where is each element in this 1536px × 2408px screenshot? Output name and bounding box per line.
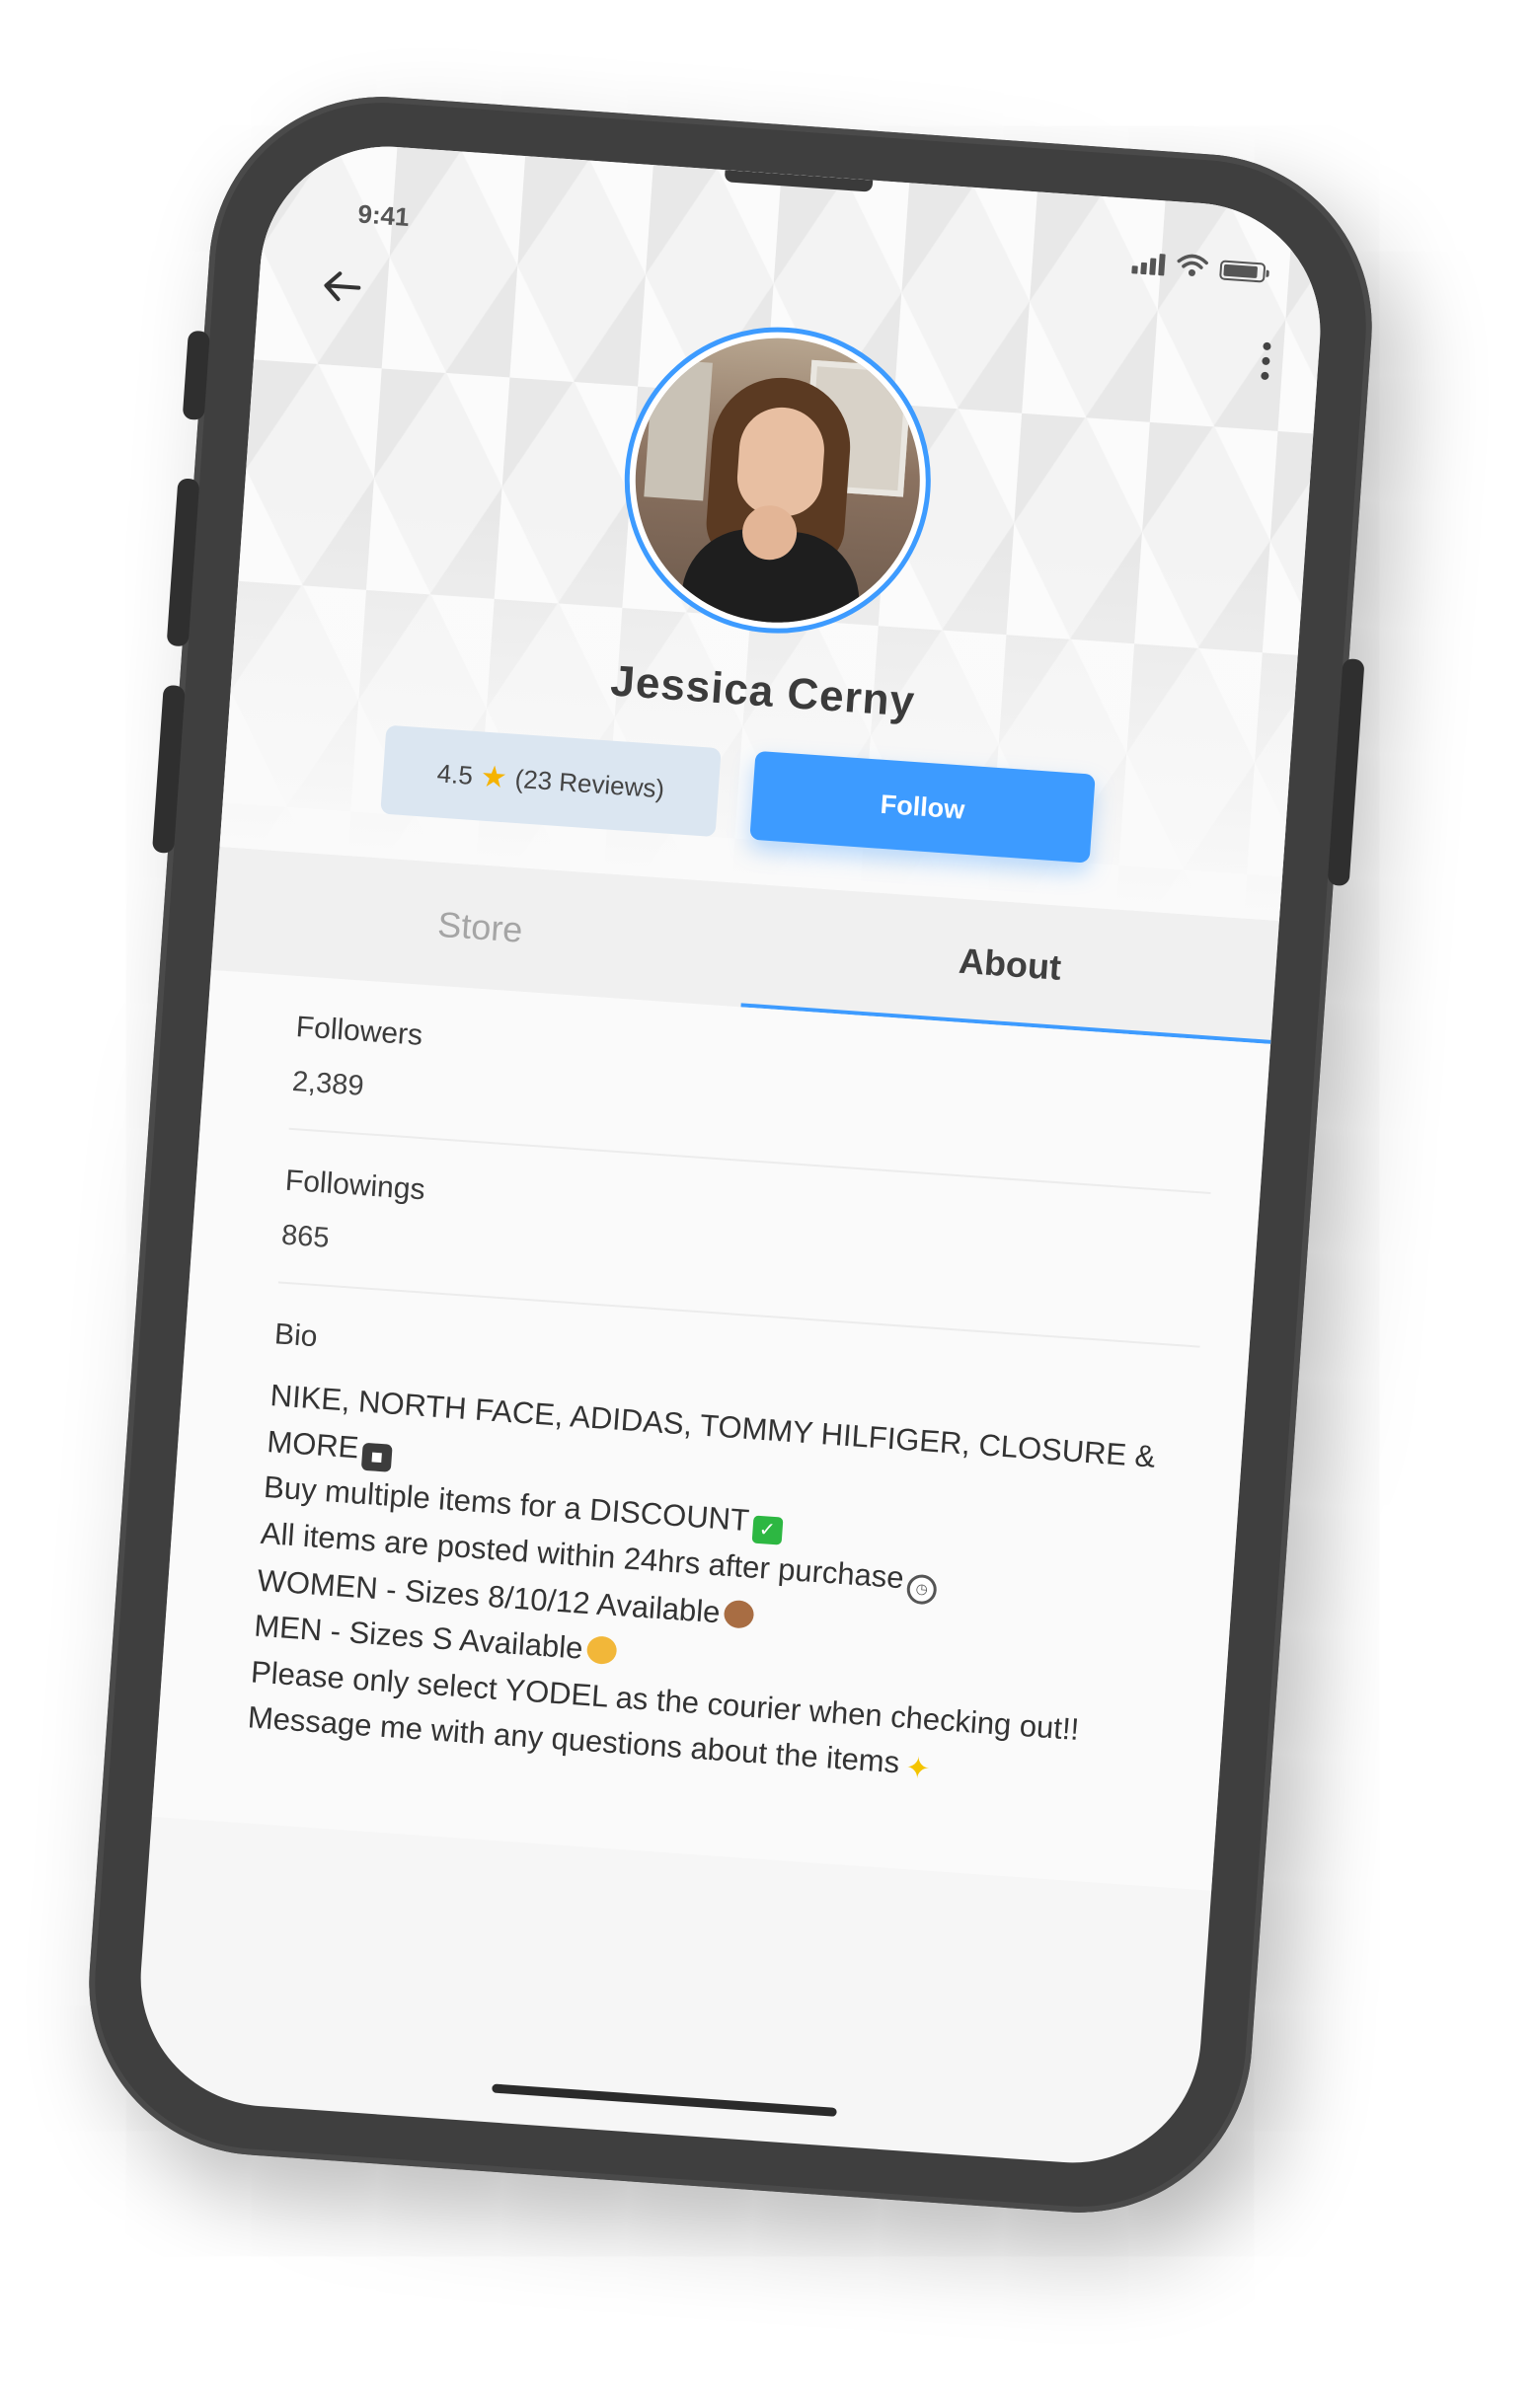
more-vertical-icon[interactable] [1249,331,1282,392]
volume-down-button [151,684,186,854]
rating-value: 4.5 [435,757,475,790]
home-indicator[interactable] [492,2083,837,2117]
camera-icon: ■ [360,1442,393,1472]
woman-emoji-icon [723,1599,755,1629]
man-emoji-icon [585,1635,618,1666]
avatar-photo [626,328,930,633]
phone-frame: 9:41 Jessica Cerny 4.5 ★ (23 Reviews) Fo… [77,85,1384,2224]
about-panel: Followers 2,389 Followings 865 Bio NIKE,… [151,969,1271,1891]
back-arrow-icon[interactable] [311,255,374,318]
volume-up-button [166,478,200,647]
silent-switch [182,330,210,420]
check-mark-icon: ✓ [751,1515,784,1545]
star-icon: ★ [479,759,508,794]
reviews-count: (23 Reviews) [513,763,666,803]
clock-icon: ◷ [905,1573,938,1606]
mockup-stage: 9:41 Jessica Cerny 4.5 ★ (23 Reviews) Fo… [0,0,1536,2408]
phone-screen: 9:41 Jessica Cerny 4.5 ★ (23 Reviews) Fo… [131,137,1330,2172]
battery-icon [1219,260,1267,283]
wifi-icon [1177,254,1208,276]
power-button [1327,658,1365,887]
signal-icon [1131,252,1166,276]
status-time: 9:41 [356,198,411,232]
sparkles-icon: ✦ [904,1751,932,1786]
bio-text: NIKE, NORTH FACE, ADIDAS, TOMMY HILFIGER… [246,1373,1193,1805]
bio-section: Bio NIKE, NORTH FACE, ADIDAS, TOMMY HILF… [244,1283,1199,1835]
